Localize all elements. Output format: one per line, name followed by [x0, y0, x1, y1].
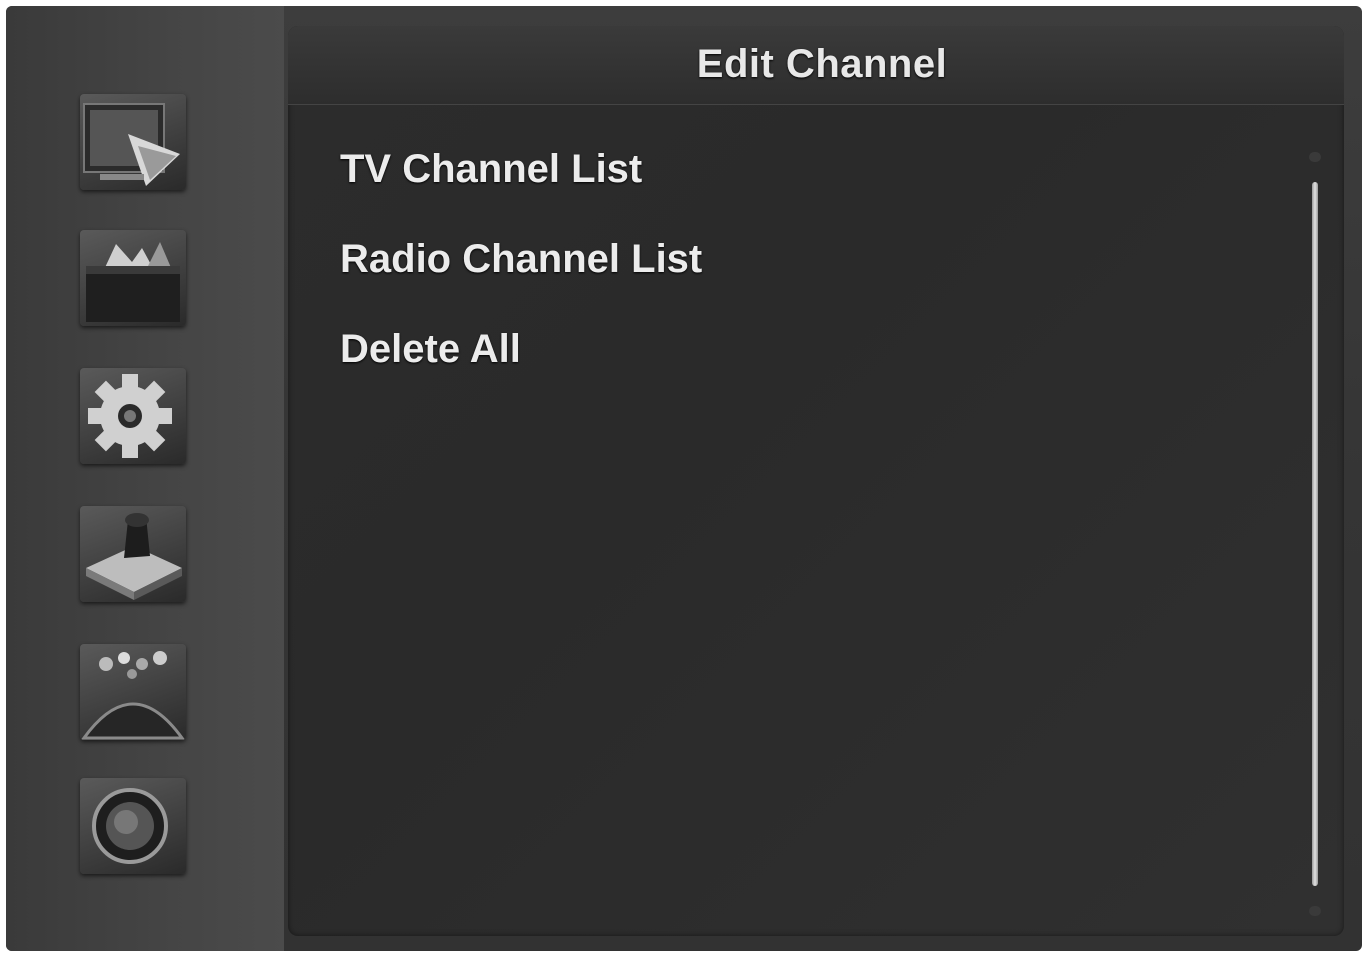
menu-item-tv-channel-list[interactable]: TV Channel List — [340, 142, 1240, 232]
sidebar-item-system-setup[interactable] — [80, 368, 186, 464]
menu-list: TV Channel List Radio Channel List Delet… — [340, 142, 1240, 412]
menu-item-radio-channel-list[interactable]: Radio Channel List — [340, 232, 1240, 322]
scroll-thumb[interactable] — [1312, 182, 1318, 886]
scroll-up-cap — [1309, 152, 1321, 162]
menu-item-delete-all[interactable]: Delete All — [340, 322, 1240, 412]
gear-icon — [88, 374, 172, 458]
sidebar-item-edit-channel[interactable] — [80, 230, 186, 326]
media-folder-icon — [86, 242, 180, 322]
sidebar-item-media[interactable] — [80, 778, 186, 874]
gamepad-icon — [81, 651, 185, 740]
scroll-down-cap — [1309, 906, 1321, 916]
panel-header: Edit Channel — [288, 26, 1344, 105]
sidebar-item-tools[interactable] — [80, 506, 186, 602]
sidebar-item-installation[interactable] — [80, 94, 186, 190]
scrollbar[interactable] — [1304, 146, 1326, 922]
sidebar — [6, 6, 284, 951]
satellite-tv-icon — [83, 103, 180, 186]
page-title: Edit Channel — [696, 42, 948, 86]
sidebar-item-game[interactable] — [80, 644, 186, 740]
joystick-icon — [86, 513, 182, 600]
osd-screen: Edit Channel TV Channel List Radio Chann… — [6, 6, 1362, 951]
edit-channel-panel: Edit Channel TV Channel List Radio Chann… — [288, 26, 1344, 936]
power-button-icon — [92, 788, 168, 864]
